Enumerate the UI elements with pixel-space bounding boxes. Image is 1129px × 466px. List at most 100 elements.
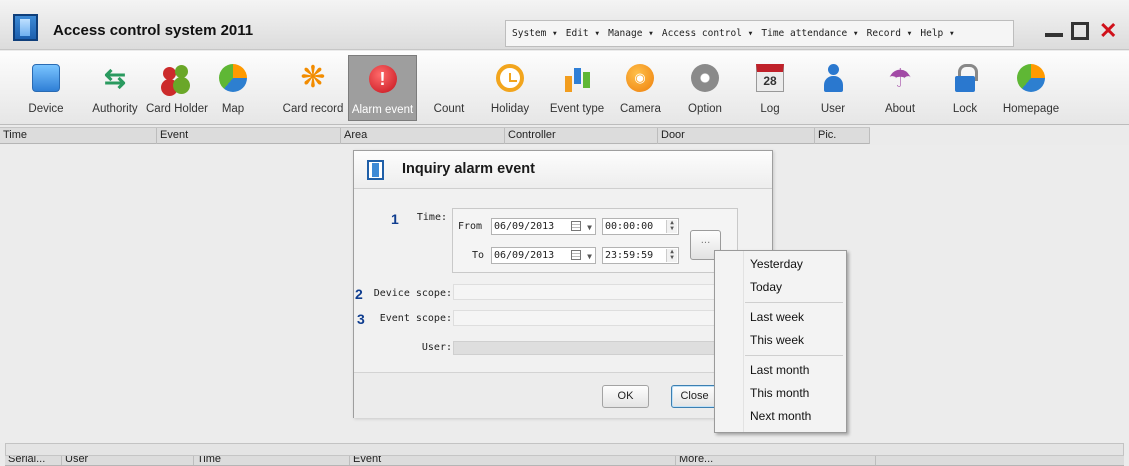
step-number-2: 2 <box>355 286 363 302</box>
column-header-event[interactable]: Event <box>157 128 341 144</box>
dialog-header: Inquiry alarm event <box>354 151 772 189</box>
toolbar-label: Count <box>433 103 465 115</box>
toolbar-label: Log <box>760 103 780 115</box>
menu-item-last-week[interactable]: Last week <box>750 310 804 324</box>
toolbar-map-button[interactable]: Map <box>218 55 248 121</box>
device-scope-field[interactable] <box>453 284 718 300</box>
date-range-popup-menu: Yesterday Today Last week This week Last… <box>714 250 847 433</box>
menu-bar: System ▾ Edit ▾ Manage ▾ Access control … <box>505 20 1014 47</box>
menu-gutter <box>743 251 744 432</box>
menu-access-control[interactable]: Access control ▾ <box>662 28 754 39</box>
toolbar-alarm-event-button[interactable]: ! Alarm event <box>348 55 417 121</box>
authority-icon: ⇆ <box>104 63 126 93</box>
from-time-value: 00:00:00 <box>605 221 654 232</box>
camera-icon: ◉ <box>626 64 654 92</box>
app-title: Access control system 2011 <box>53 22 254 39</box>
ok-button[interactable]: OK <box>602 385 649 408</box>
user-icon <box>819 64 847 92</box>
toolbar-authority-button[interactable]: ⇆ Authority <box>85 55 145 121</box>
toolbar-homepage-button[interactable]: Homepage <box>1000 55 1062 121</box>
toolbar-user-button[interactable]: User <box>818 55 848 121</box>
toolbar-label: Homepage <box>1002 103 1060 115</box>
toolbar-log-button[interactable]: 28 Log <box>752 55 788 121</box>
toolbar-label: Card Holder <box>146 103 208 115</box>
menu-manage[interactable]: Manage ▾ <box>608 28 654 39</box>
toolbar-card-holder-button[interactable]: Card Holder <box>146 55 208 121</box>
toolbar-about-button[interactable]: ☂ About <box>882 55 918 121</box>
app-window: Access control system 2011 System ▾ Edit… <box>0 0 1129 466</box>
from-time-spinner[interactable]: 00:00:00 ▲ ▼ <box>602 218 679 235</box>
calendar-icon <box>571 250 581 260</box>
app-door-icon <box>13 14 38 41</box>
toolbar-label: Map <box>221 103 245 115</box>
user-field[interactable] <box>453 341 718 355</box>
menu-separator <box>745 355 843 356</box>
toolbar-label: Authority <box>92 103 138 115</box>
menu-record[interactable]: Record ▾ <box>867 28 913 39</box>
chevron-down-icon: ▼ <box>587 252 592 261</box>
menu-system[interactable]: System ▾ <box>512 28 558 39</box>
to-date-picker[interactable]: 06/09/2013 ▼ <box>491 247 596 264</box>
card-holder-icon <box>161 64 189 92</box>
column-header-serial[interactable]: Serial... <box>5 456 62 465</box>
map-icon <box>219 64 247 92</box>
toolbar-label: User <box>820 103 846 115</box>
menu-item-today[interactable]: Today <box>750 280 782 294</box>
menu-item-this-week[interactable]: This week <box>750 333 804 347</box>
toolbar-option-button[interactable]: Option <box>685 55 725 121</box>
menu-time-attendance[interactable]: Time attendance ▾ <box>761 28 858 39</box>
column-header-area[interactable]: Area <box>341 128 505 144</box>
column-header-more[interactable]: More... <box>676 456 876 465</box>
minimize-button[interactable] <box>1045 22 1063 40</box>
menu-help[interactable]: Help ▾ <box>920 28 954 39</box>
homepage-icon <box>1017 64 1045 92</box>
toolbar-card-record-button[interactable]: ❋ Card record <box>280 55 346 121</box>
lock-icon <box>951 64 979 92</box>
log-calendar-icon: 28 <box>756 64 784 92</box>
option-gear-icon <box>691 64 719 92</box>
menu-item-yesterday[interactable]: Yesterday <box>750 257 803 271</box>
door-icon <box>367 160 384 180</box>
toolbar-event-type-button[interactable]: Event type <box>546 55 608 121</box>
from-date-picker[interactable]: 06/09/2013 ▼ <box>491 218 596 235</box>
toolbar-label: Lock <box>952 103 978 115</box>
toolbar-label: Camera <box>620 103 661 115</box>
toolbar-label: Alarm event <box>351 104 414 116</box>
maximize-button[interactable] <box>1071 22 1089 40</box>
column-header-event[interactable]: Event <box>350 456 676 465</box>
toolbar-holiday-button[interactable]: Holiday <box>488 55 532 121</box>
alarm-event-icon: ! <box>368 65 397 93</box>
step-number-3: 3 <box>357 311 365 327</box>
event-scope-field[interactable] <box>453 310 718 326</box>
toolbar-lock-button[interactable]: Lock <box>950 55 980 121</box>
toolbar: Device ⇆ Authority Card Holder Map ❋ Car… <box>0 51 1129 125</box>
menu-edit[interactable]: Edit ▾ <box>566 28 600 39</box>
column-header-door[interactable]: Door <box>658 128 815 144</box>
to-date-value: 06/09/2013 <box>494 250 555 261</box>
to-time-spinner[interactable]: 23:59:59 ▲ ▼ <box>602 247 679 264</box>
menu-item-last-month[interactable]: Last month <box>750 363 809 377</box>
spin-arrows-icon[interactable]: ▲ ▼ <box>666 220 677 233</box>
spin-arrows-icon[interactable]: ▲ ▼ <box>666 249 677 262</box>
device-icon <box>32 64 60 92</box>
menu-item-this-month[interactable]: This month <box>750 386 809 400</box>
user-label: User: <box>421 342 452 353</box>
column-header-time[interactable]: Time <box>194 456 350 465</box>
toolbar-label: Card record <box>282 103 344 115</box>
close-window-button[interactable]: ✕ <box>1099 20 1117 42</box>
menu-item-next-month[interactable]: Next month <box>750 409 811 423</box>
toolbar-label: Option <box>688 103 722 115</box>
column-header-controller[interactable]: Controller <box>505 128 658 144</box>
toolbar-count-button[interactable]: Count <box>432 55 466 121</box>
column-header-user[interactable]: User <box>62 456 194 465</box>
toolbar-camera-button[interactable]: ◉ Camera <box>620 55 661 121</box>
event-grid-header: Time Event Area Controller Door Pic. <box>0 127 870 144</box>
column-header-time[interactable]: Time <box>0 128 157 144</box>
to-label: To <box>472 250 485 261</box>
step-number-1: 1 <box>391 211 399 227</box>
close-button[interactable]: Close <box>671 385 718 408</box>
column-header-pic[interactable]: Pic. <box>815 128 870 144</box>
toolbar-label: About <box>884 103 916 115</box>
toolbar-label: Device <box>28 103 64 115</box>
toolbar-device-button[interactable]: Device <box>20 55 72 121</box>
